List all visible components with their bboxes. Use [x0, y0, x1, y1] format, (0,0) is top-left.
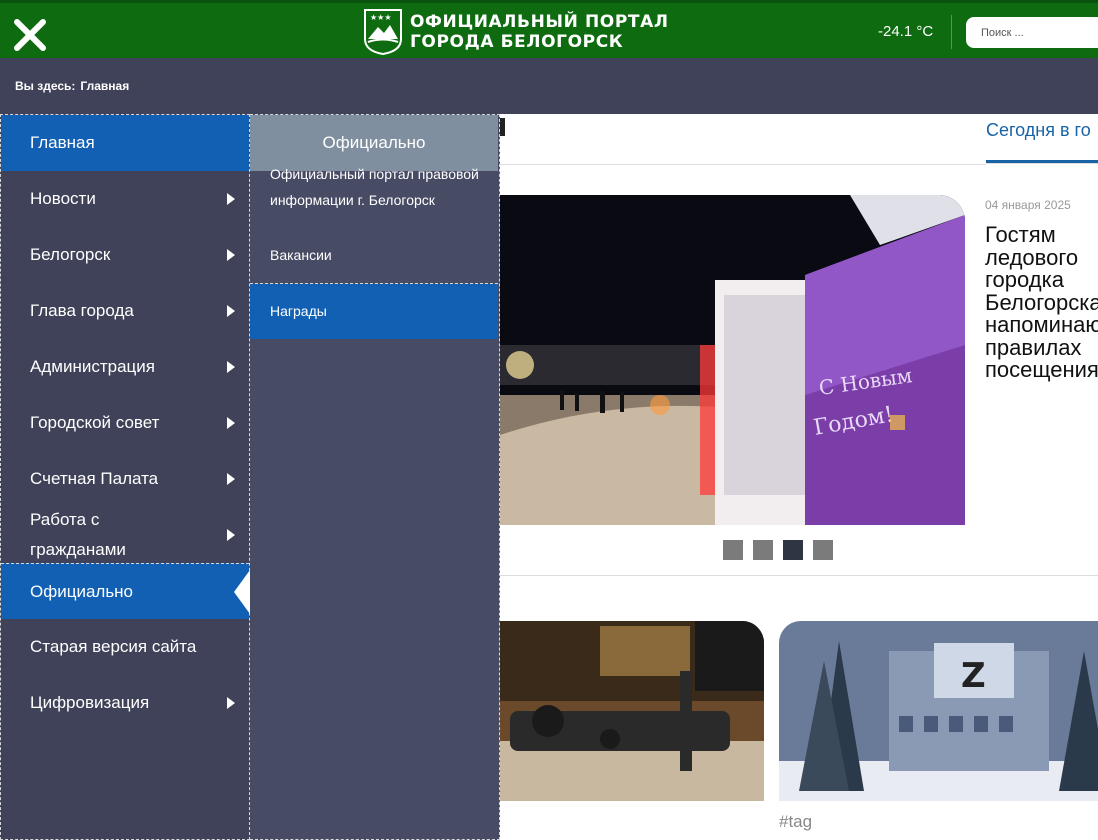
menu-item-label: Работа с гражданами	[30, 510, 126, 559]
menu-item-label: Счетная Палата	[30, 469, 159, 488]
logo-line-1: ОФИЦИАЛЬНЫЙ ПОРТАЛ	[410, 12, 669, 32]
news-title[interactable]: Гостям ледового городка Белогорска напом…	[985, 223, 1098, 382]
logo-text: ОФИЦИАЛЬНЫЙ ПОРТАЛ ГОРОДА БЕЛОГОРСК	[410, 12, 669, 52]
submenu-item-legal-portal[interactable]: Официальный портал правовой информации г…	[270, 161, 485, 213]
menu-item-label: Старая версия сайта	[30, 637, 197, 656]
menu-item-old-site[interactable]: Старая версия сайта	[1, 619, 249, 675]
chevron-right-icon	[227, 697, 235, 709]
svg-text:Z: Z	[961, 656, 986, 696]
temperature-readout: -24.1 °C	[878, 23, 934, 40]
chevron-right-icon	[227, 473, 235, 485]
menu-item-official[interactable]: Официально	[1, 563, 250, 619]
news-date: 04 января 2025	[985, 198, 1071, 212]
breadcrumb-prefix: Вы здесь:	[15, 79, 76, 93]
chevron-right-icon	[227, 361, 235, 373]
menu-item-label: Администрация	[30, 357, 155, 376]
divider-line	[986, 163, 1098, 164]
breadcrumb: Вы здесь: Главная	[15, 79, 129, 93]
divider-line	[500, 164, 986, 165]
news-thumbnail[interactable]: Z	[779, 621, 1098, 801]
close-menu-button[interactable]	[12, 17, 48, 53]
menu-item-digitalization[interactable]: Цифровизация	[1, 675, 249, 731]
menu-item-label: Официально	[30, 581, 134, 601]
news-thumbnail[interactable]	[500, 621, 764, 801]
menu-item-belogorsk[interactable]: Белогорск	[1, 227, 249, 283]
menu-item-city-council[interactable]: Городской совет	[1, 395, 249, 451]
news-slider-image[interactable]: С Новым Годом!	[500, 195, 965, 525]
slider-dot[interactable]	[813, 540, 833, 560]
chevron-right-icon	[227, 193, 235, 205]
breadcrumb-bar: Вы здесь: Главная	[0, 58, 1098, 114]
submenu-official: Официально Официальный портал правовой и…	[250, 114, 500, 840]
chevron-right-icon	[227, 249, 235, 261]
menu-item-label: Цифровизация	[30, 693, 150, 712]
search-input[interactable]	[966, 17, 1098, 48]
news-tag[interactable]: #tag	[779, 812, 812, 832]
slider-dot[interactable]	[753, 540, 773, 560]
menu-item-administration[interactable]: Администрация	[1, 339, 249, 395]
svg-text:★★★: ★★★	[370, 13, 392, 22]
slider-pagination	[723, 540, 833, 560]
chevron-right-icon	[227, 417, 235, 429]
breadcrumb-current[interactable]: Главная	[80, 79, 129, 93]
site-logo[interactable]: ★★★ ОФИЦИАЛЬНЫЙ ПОРТАЛ ГОРОДА БЕЛОГОРСК	[364, 9, 669, 55]
submenu-item-vacancies[interactable]: Вакансии	[270, 242, 485, 268]
logo-line-2: ГОРОДА БЕЛОГОРСК	[410, 32, 624, 52]
submenu-item-awards[interactable]: Награды	[250, 284, 498, 339]
drone-photo	[500, 621, 764, 801]
menu-item-label: Городской совет	[30, 413, 160, 432]
menu-item-audit-chamber[interactable]: Счетная Палата	[1, 451, 249, 507]
top-header: ★★★ ОФИЦИАЛЬНЫЙ ПОРТАЛ ГОРОДА БЕЛОГОРСК …	[0, 0, 1098, 58]
menu-item-label: Главная	[30, 133, 95, 152]
slider-dot[interactable]	[723, 540, 743, 560]
menu-item-label: Новости	[30, 189, 96, 208]
menu-item-news[interactable]: Новости	[1, 171, 249, 227]
main-menu: Главная Новости Белогорск Глава города А…	[0, 114, 250, 840]
menu-item-home[interactable]: Главная	[1, 115, 249, 171]
tab-today[interactable]: Сегодня в го	[986, 120, 1091, 141]
active-pointer-icon	[234, 569, 250, 614]
winter-night-photo: С Новым Годом!	[500, 195, 965, 525]
coat-of-arms-icon: ★★★	[364, 9, 402, 55]
building-photo: Z	[779, 621, 1098, 801]
section-tab-marker	[500, 118, 505, 136]
slider-dot-active[interactable]	[783, 540, 803, 560]
header-divider	[951, 15, 952, 49]
chevron-right-icon	[227, 529, 235, 541]
chevron-right-icon	[227, 305, 235, 317]
menu-item-city-head[interactable]: Глава города	[1, 283, 249, 339]
menu-item-label: Глава города	[30, 301, 134, 320]
menu-item-label: Белогорск	[30, 245, 111, 264]
menu-item-citizens[interactable]: Работа с гражданами	[1, 507, 249, 563]
close-icon	[14, 19, 46, 51]
divider-line	[500, 575, 1098, 576]
